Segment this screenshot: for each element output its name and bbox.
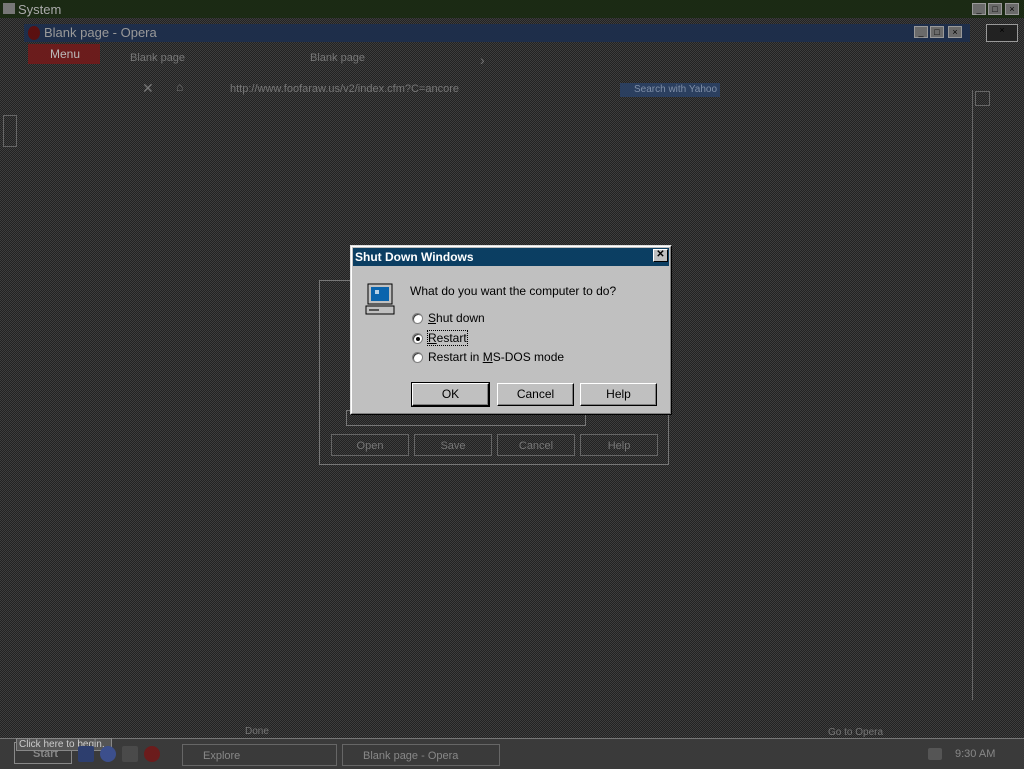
start-tooltip: Click here to begin. [16, 738, 112, 751]
panel-toggle[interactable] [3, 115, 17, 147]
bg-open-button: Open [331, 434, 409, 456]
system-maximize-button[interactable]: □ [988, 3, 1002, 15]
task-explore-label: Explore [203, 750, 241, 762]
tray-network-icon[interactable] [928, 748, 942, 760]
browser-maximize-button[interactable]: □ [930, 26, 944, 38]
browser-tab-2[interactable]: Blank page [310, 52, 365, 64]
bg-help-button: Help [580, 434, 658, 456]
vertical-scrollbar[interactable] [972, 90, 991, 700]
bg-save-button: Save [414, 434, 492, 456]
quicklaunch-desktop-icon[interactable] [78, 746, 94, 762]
bg-cancel-button: Cancel [497, 434, 575, 456]
option-shut-down-label: Shut down [428, 311, 485, 325]
browser-close-button[interactable]: × [948, 26, 962, 38]
system-title: System [18, 2, 62, 17]
dialog-title: Shut Down Windows [355, 250, 474, 264]
shutdown-dialog: Shut Down Windows ✕ What do you want the… [350, 245, 672, 415]
search-field[interactable]: Search with Yahoo [620, 83, 720, 97]
option-restart-msdos[interactable]: Restart in MS-DOS mode [412, 349, 564, 365]
system-icon [3, 3, 15, 14]
taskbar-clock[interactable]: 9:30 AM [955, 748, 995, 760]
radio-restart[interactable] [412, 332, 423, 344]
browser-status-right[interactable]: Go to Opera [828, 727, 883, 738]
radio-shut-down[interactable] [412, 312, 423, 324]
address-field[interactable]: http://www.foofaraw.us/v2/index.cfm?C=an… [230, 83, 459, 95]
task-explore[interactable]: Explore [182, 744, 337, 766]
dialog-question: What do you want the computer to do? [410, 284, 617, 298]
stop-icon[interactable]: ✕ [142, 80, 154, 97]
browser-title: Blank page - Opera [44, 25, 157, 40]
option-restart-msdos-label: Restart in MS-DOS mode [428, 350, 565, 364]
scroll-up-arrow-icon[interactable] [975, 91, 990, 106]
browser-status-left: Done [245, 726, 269, 737]
quicklaunch-channels-icon[interactable] [122, 746, 138, 762]
browser-minimize-button[interactable]: _ [914, 26, 928, 38]
browser-menu-label: Menu [50, 47, 81, 61]
radio-restart-msdos[interactable] [412, 351, 423, 363]
quicklaunch-opera-icon[interactable] [144, 746, 160, 762]
browser-menu-button[interactable]: Menu [28, 44, 100, 64]
option-shut-down[interactable]: Shut down [412, 310, 485, 326]
option-restart-label: Restart [427, 330, 468, 346]
option-restart[interactable]: Restart [412, 330, 468, 346]
system-titlebar: System _ □ × [0, 0, 1024, 18]
help-button[interactable]: Help [580, 383, 657, 406]
cancel-button[interactable]: Cancel [497, 383, 574, 406]
task-opera[interactable]: Blank page - Opera [342, 744, 500, 766]
outer-close-button[interactable]: × [986, 24, 1018, 42]
system-close-button[interactable]: × [1005, 3, 1019, 15]
new-tab-icon[interactable]: › [480, 52, 485, 68]
quicklaunch-ie-icon[interactable] [100, 746, 116, 762]
computer-icon [365, 283, 395, 315]
dialog-close-button[interactable]: ✕ [653, 249, 668, 262]
browser-tab-1[interactable]: Blank page [130, 52, 185, 64]
ok-button[interactable]: OK [411, 382, 490, 407]
dialog-titlebar: Shut Down Windows [353, 248, 669, 266]
home-icon[interactable]: ⌂ [176, 80, 183, 94]
opera-icon [28, 26, 40, 40]
task-opera-label: Blank page - Opera [363, 750, 459, 762]
browser-titlebar: Blank page - Opera _ □ × [24, 24, 970, 42]
system-minimize-button[interactable]: _ [972, 3, 986, 15]
